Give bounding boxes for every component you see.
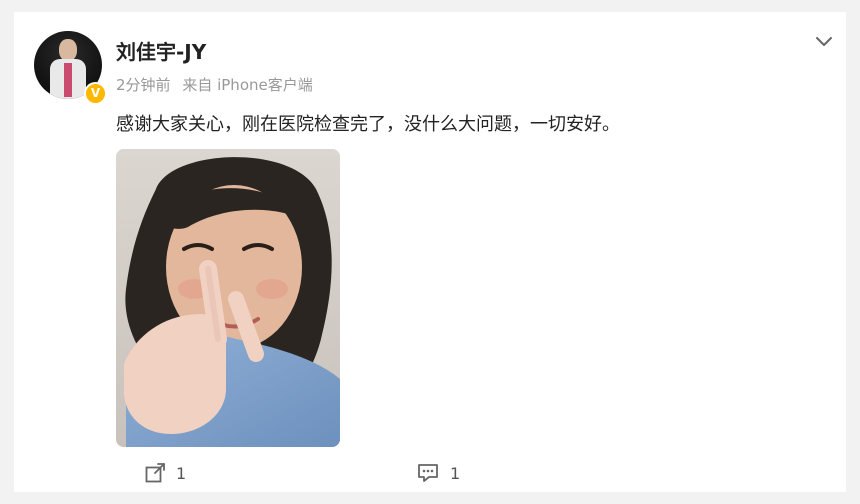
avatar-head [59, 39, 77, 61]
post-time[interactable]: 2分钟前 [116, 76, 171, 94]
username[interactable]: 刘佳宇-JY [116, 36, 206, 65]
post-source: 来自 iPhone客户端 [182, 76, 313, 94]
share-count: 1 [176, 463, 187, 483]
post-text: 感谢大家关心，刚在医院检查完了，没什么大问题，一切安好。 [116, 114, 620, 135]
post-meta: 2分钟前 来自 iPhone客户端 [116, 74, 313, 95]
comment-count: 1 [450, 463, 461, 483]
post-photo[interactable] [116, 149, 340, 447]
comment-icon [418, 464, 438, 482]
share-action[interactable]: 1 [144, 462, 186, 484]
comment-action[interactable]: 1 [416, 462, 460, 484]
chevron-down-icon[interactable] [814, 34, 834, 50]
share-icon [145, 463, 165, 483]
weibo-post-card: V 刘佳宇-JY 2分钟前 来自 iPhone客户端 感谢大家关心，刚在医院检查… [14, 12, 846, 492]
avatar-stripe [64, 63, 72, 97]
selfie-illustration [116, 149, 340, 447]
verified-badge-icon: V [84, 82, 107, 105]
